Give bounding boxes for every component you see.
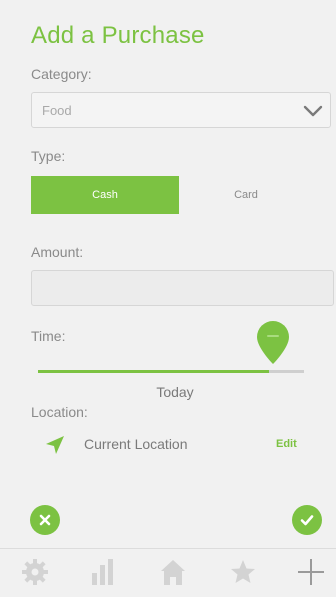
cancel-button[interactable] — [30, 505, 60, 535]
plus-icon[interactable] — [296, 557, 326, 587]
time-slider-track[interactable] — [38, 370, 304, 373]
close-icon — [39, 514, 51, 526]
check-icon — [300, 515, 314, 526]
location-row: Current Location Edit — [44, 434, 314, 456]
type-option-cash[interactable]: Cash — [31, 176, 179, 214]
category-select[interactable]: Food — [31, 92, 331, 128]
gear-icon[interactable] — [20, 557, 50, 587]
time-value: Today — [156, 384, 194, 400]
confirm-button[interactable] — [292, 505, 322, 535]
star-icon[interactable] — [228, 557, 258, 587]
time-slider-handle[interactable] — [252, 318, 294, 366]
add-purchase-screen: Add a Purchase Category: Food Type: Cash… — [0, 0, 336, 597]
type-option-card[interactable]: Card — [186, 176, 306, 214]
chevron-down-icon — [303, 105, 323, 117]
amount-input[interactable] — [31, 270, 334, 306]
amount-label: Amount: — [31, 244, 84, 260]
type-label: Type: — [31, 148, 66, 164]
page-title: Add a Purchase — [31, 22, 205, 49]
tab-bar — [0, 548, 336, 597]
time-slider-fill — [38, 370, 270, 373]
location-label: Location: — [31, 404, 88, 420]
home-icon[interactable] — [158, 557, 188, 587]
location-edit-link[interactable]: Edit — [276, 438, 297, 450]
time-label: Time: — [31, 328, 66, 344]
category-value: Food — [42, 103, 72, 118]
category-label: Category: — [31, 66, 92, 82]
location-arrow-icon — [46, 436, 64, 454]
location-value: Current Location — [84, 436, 188, 452]
bar-chart-icon[interactable] — [88, 557, 118, 587]
